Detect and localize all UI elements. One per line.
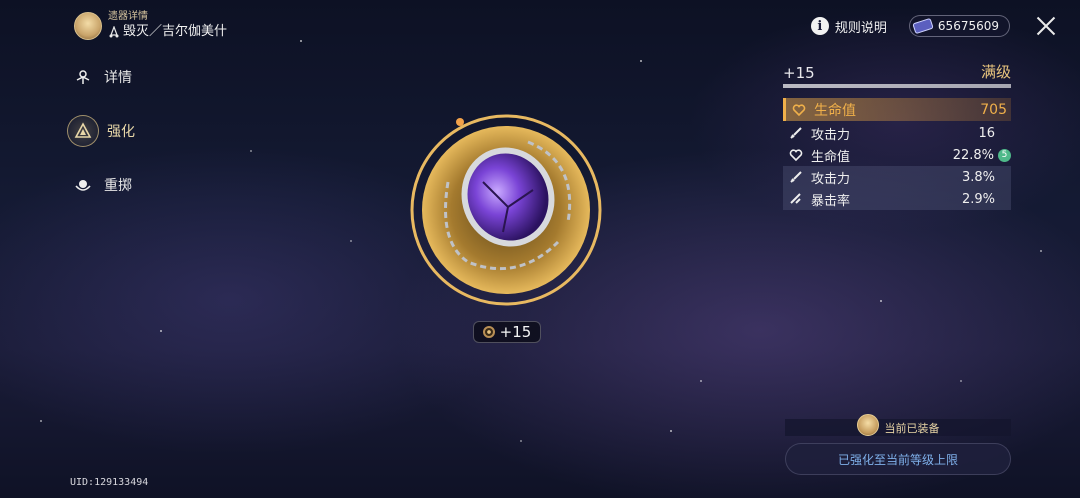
level-status: 满级 [980, 63, 1011, 81]
path-character-name: 毁灭／吉尔伽美什 [123, 24, 228, 39]
sub-stat-name: 生命值 [811, 149, 851, 165]
nav-reroll-label: 重掷 [104, 178, 132, 194]
sword-icon [789, 170, 803, 184]
level-progress-bar [783, 84, 1011, 88]
stats-panel: +15 满级 生命值 705 攻击力 16 生命值 22.8% 5 攻击力 3.… [783, 60, 1011, 210]
equipped-indicator: 当前已装备 [785, 413, 1011, 436]
top-right-bar: i 规则说明 65675609 [810, 12, 1060, 40]
equipped-character-avatar [856, 413, 879, 436]
relic-level-text: +15 [499, 323, 532, 341]
sub-stat-row: 暴击率 2.9% [783, 188, 1011, 210]
relic-artwork [410, 114, 602, 306]
sub-stat-name: 攻击力 [811, 127, 851, 143]
main-stat-value: 705 [980, 101, 1007, 118]
close-button[interactable] [1032, 12, 1060, 40]
side-nav: 详情 强化 重掷 [67, 62, 135, 224]
nav-details[interactable]: 详情 [70, 62, 135, 92]
nav-enhance-label: 强化 [107, 124, 135, 140]
nav-reroll[interactable]: 重掷 [70, 170, 135, 200]
destruction-path-icon [109, 26, 119, 38]
info-icon: i [810, 17, 829, 35]
nav-enhance[interactable]: 强化 [67, 115, 135, 147]
page-subtitle: 遗器详情 [108, 11, 148, 22]
level-icon [482, 326, 495, 338]
sub-stat-name: 攻击力 [811, 171, 851, 187]
sub-stat-name: 暴击率 [811, 193, 851, 209]
character-avatar [74, 12, 102, 40]
relic-header: 遗器详情 毁灭／吉尔伽美什 [74, 11, 227, 41]
sword-icon [789, 126, 803, 140]
currency-value: 65675609 [937, 19, 999, 33]
player-uid: UID:129133494 [70, 477, 149, 488]
enhance-maxed-label: 已强化至当前等级上限 [837, 452, 958, 467]
currency-counter[interactable]: 65675609 [908, 15, 1010, 37]
main-stat-name: 生命值 [814, 102, 856, 119]
level-value: +15 [783, 64, 815, 82]
reroll-icon [70, 172, 96, 198]
details-icon [70, 64, 96, 90]
crit-icon [789, 192, 803, 206]
main-stat-row: 生命值 705 [783, 98, 1011, 121]
pass-ticket-icon [912, 18, 934, 34]
roll-count-badge: 5 [998, 148, 1011, 162]
sub-stat-value: 22.8% [952, 147, 994, 163]
sub-stat-value: 3.8% [961, 169, 995, 185]
equipped-label: 当前已装备 [884, 421, 940, 435]
enhance-icon [67, 115, 99, 147]
heart-icon [792, 103, 806, 117]
sub-stat-value: 16 [978, 125, 995, 141]
sub-stat-value: 2.9% [961, 191, 995, 207]
relic-level-badge: +15 [473, 321, 541, 343]
heart-icon [789, 148, 803, 162]
rules-button[interactable]: i 规则说明 [810, 17, 887, 36]
nav-details-label: 详情 [104, 70, 132, 86]
rules-label: 规则说明 [834, 20, 887, 36]
sub-stat-row: 攻击力 16 [783, 122, 1011, 144]
sub-stat-row: 生命值 22.8% 5 [783, 144, 1011, 166]
enhance-maxed-button[interactable]: 已强化至当前等级上限 [785, 443, 1011, 475]
sub-stat-row: 攻击力 3.8% [783, 166, 1011, 188]
